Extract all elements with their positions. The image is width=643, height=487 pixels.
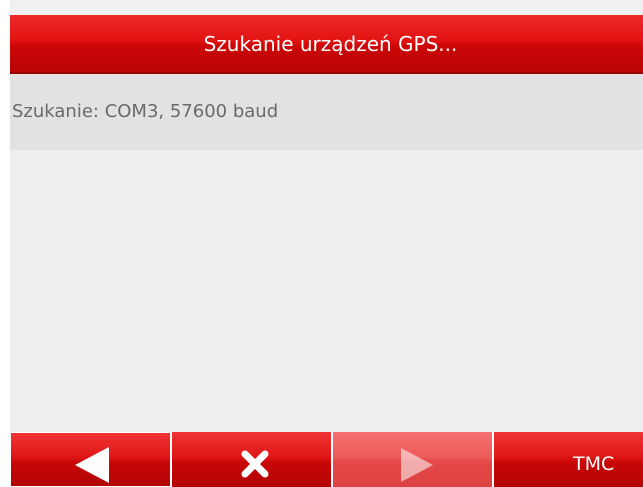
back-button[interactable] [10,432,170,487]
close-icon [241,450,268,477]
bottom-toolbar: TMC [10,432,643,487]
content-area [10,150,643,432]
gps-search-screen: Szukanie urządzeń GPS... Szukanie: COM3,… [10,0,643,487]
page-title: Szukanie urządzeń GPS... [203,31,458,56]
title-bar: Szukanie urządzeń GPS... [10,15,643,74]
right-arrow-icon [400,447,433,482]
cancel-button[interactable] [170,432,331,487]
left-arrow-icon [74,446,109,483]
tmc-button-label: TMC [573,452,615,475]
next-button[interactable] [331,432,492,487]
search-status-text: Szukanie: COM3, 57600 baud [12,101,279,122]
tmc-button[interactable]: TMC [492,432,643,487]
